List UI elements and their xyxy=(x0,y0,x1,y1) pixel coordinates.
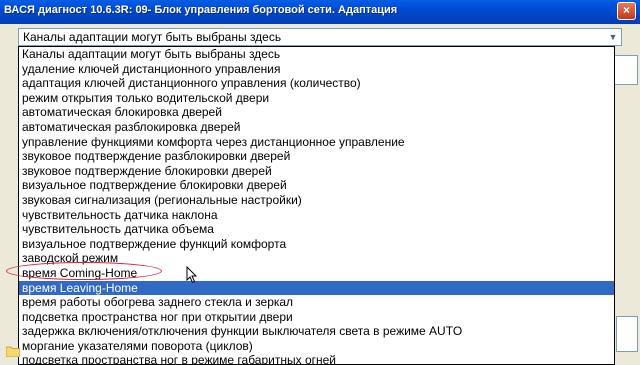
list-item[interactable]: задержка включения/отключения функции вы… xyxy=(19,324,614,339)
list-item[interactable]: Каналы адаптации могут быть выбраны здес… xyxy=(19,47,614,62)
select-value: Каналы адаптации могут быть выбраны здес… xyxy=(23,30,282,44)
list-item[interactable]: заводской режим xyxy=(19,251,614,266)
chevron-down-icon[interactable]: ▼ xyxy=(606,30,620,44)
list-item[interactable]: звуковая сигнализация (региональные наст… xyxy=(19,193,614,208)
adaptation-channel-select[interactable]: Каналы адаптации могут быть выбраны здес… xyxy=(18,28,622,46)
side-panel-bottom xyxy=(616,316,638,352)
list-item[interactable]: режим открытия только водительской двери xyxy=(19,91,614,106)
close-icon: × xyxy=(622,3,630,17)
mouse-cursor-icon xyxy=(186,266,198,284)
list-item[interactable]: удаление ключей дистанционного управлени… xyxy=(19,62,614,77)
list-item[interactable]: автоматическая блокировка дверей xyxy=(19,105,614,120)
list-item[interactable]: визуальное подтверждение функций комфорт… xyxy=(19,237,614,252)
list-item[interactable]: время Leaving-Home xyxy=(19,280,614,296)
title-bar[interactable]: ВАСЯ диагност 10.6.3R: 09- Блок управлен… xyxy=(0,0,640,24)
folder-icon xyxy=(6,346,20,357)
list-item[interactable]: управление функциями комфорта через дист… xyxy=(19,135,614,150)
window-title: ВАСЯ диагност 10.6.3R: 09- Блок управлен… xyxy=(4,4,398,16)
list-item[interactable]: моргание указателями поворота (циклов) xyxy=(19,339,614,354)
dropdown-list[interactable]: Каналы адаптации могут быть выбраны здес… xyxy=(18,46,615,365)
list-item[interactable]: звуковое подтверждение разблокировки две… xyxy=(19,149,614,164)
list-item[interactable]: время Coming-Home xyxy=(19,266,614,281)
side-panel-top xyxy=(614,55,638,85)
list-item[interactable]: звуковое подтверждение блокировки дверей xyxy=(19,164,614,179)
list-item[interactable]: чувствительность датчика объема xyxy=(19,222,614,237)
close-button[interactable]: × xyxy=(617,2,636,20)
list-item[interactable]: адаптация ключей дистанционного управлен… xyxy=(19,76,614,91)
list-item[interactable]: подсветка пространства ног при открытии … xyxy=(19,310,614,325)
list-item[interactable]: визуальное подтверждение блокировки двер… xyxy=(19,178,614,193)
list-item[interactable]: время работы обогрева заднего стекла и з… xyxy=(19,295,614,310)
list-item[interactable]: чувствительность датчика наклона xyxy=(19,208,614,223)
list-item[interactable]: автоматическая разблокировка дверей xyxy=(19,120,614,135)
list-item[interactable]: подсветка пространства ног в режиме габа… xyxy=(19,353,614,364)
